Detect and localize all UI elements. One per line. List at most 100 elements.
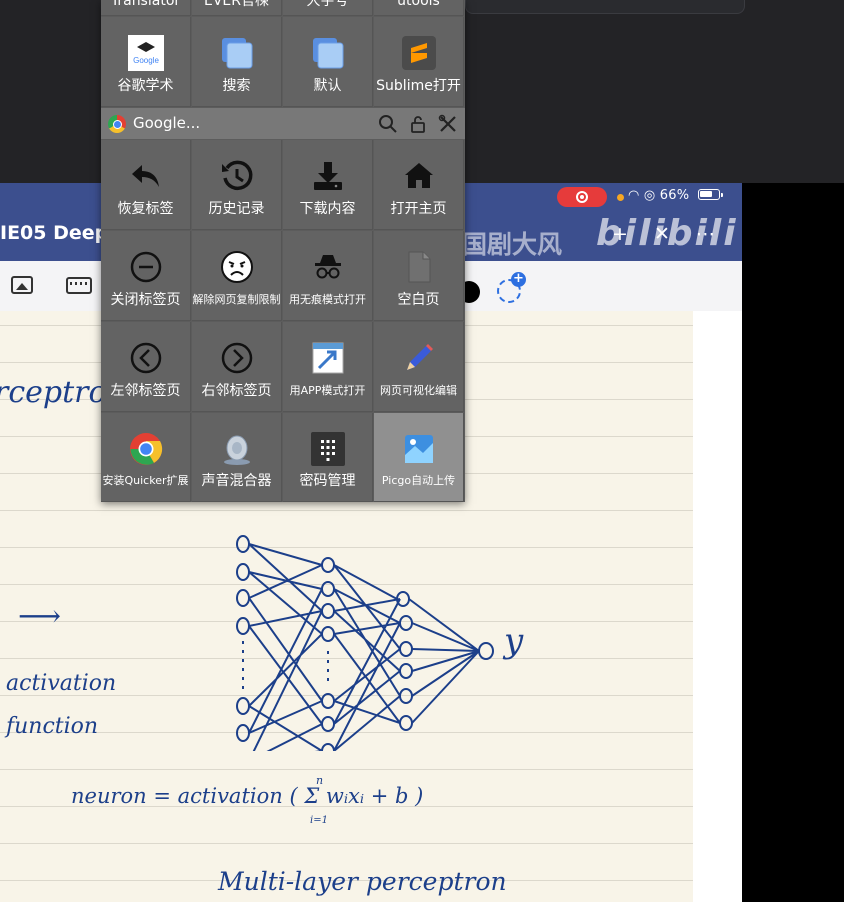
browser-label: Google... xyxy=(133,114,201,132)
action-search[interactable]: 搜索 xyxy=(192,17,282,107)
action-label: 搜索 xyxy=(222,78,251,94)
action-downloads[interactable]: 下载内容 xyxy=(283,140,373,230)
action-picgo-upload[interactable]: Picgo自动上传 xyxy=(374,413,464,502)
quicker-panel: Translator EVER官楝 大字号 utools Google 谷歌学术… xyxy=(101,0,465,502)
action-label: 左邻标签页 xyxy=(110,383,181,399)
action-label: 网页可视化编辑 xyxy=(380,384,457,397)
note-activation: activation xyxy=(6,671,117,696)
open-app-icon xyxy=(312,342,344,374)
browser-context-bar[interactable]: Google... xyxy=(101,108,465,139)
action-label: 下载内容 xyxy=(299,201,356,217)
insert-image-icon[interactable] xyxy=(11,276,33,294)
input-node xyxy=(236,589,250,607)
battery-icon xyxy=(698,189,723,200)
add-icon[interactable]: + xyxy=(511,272,526,287)
hidden2-node xyxy=(399,688,413,704)
action-large-font[interactable]: 大字号 xyxy=(283,0,373,16)
action-right-tab[interactable]: 右邻标签页 xyxy=(192,322,282,412)
action-app-mode[interactable]: 用APP模式打开 xyxy=(283,322,373,412)
battery-percent: ◠ ◎ 66% xyxy=(628,187,689,205)
google-scholar-icon: Google xyxy=(128,35,164,71)
action-label: 打开主页 xyxy=(390,201,447,217)
action-label: 空白页 xyxy=(397,292,440,308)
output-node xyxy=(478,642,494,660)
copy-icon xyxy=(313,38,344,69)
action-label: Picgo自动上传 xyxy=(381,474,456,487)
chevron-right-circle-icon xyxy=(221,342,253,374)
neural-network-drawing xyxy=(236,535,494,751)
pencil-icon xyxy=(407,344,433,370)
reply-icon xyxy=(132,165,159,187)
input-node xyxy=(236,535,250,553)
note-sum-top: n xyxy=(316,774,324,787)
action-label: 谷歌学术 xyxy=(117,78,174,94)
header-actions[interactable]: + ✕ ⋯ xyxy=(612,223,725,245)
copy-icon xyxy=(222,38,253,69)
hidden-node xyxy=(321,603,335,619)
search-icon[interactable] xyxy=(378,114,398,134)
note-arrow: ⟶ xyxy=(18,599,62,634)
action-sublime[interactable]: Sublime打开 xyxy=(374,17,464,107)
search-box[interactable] xyxy=(465,0,745,14)
record-icon xyxy=(576,191,588,203)
action-close-tab[interactable]: 关闭标签页 xyxy=(101,231,191,321)
input-node xyxy=(236,724,250,742)
keypad-icon xyxy=(311,432,345,466)
action-label: 声音混合器 xyxy=(201,473,272,489)
note-sum-bottom: i=1 xyxy=(310,815,328,826)
hidden2-node xyxy=(399,615,413,631)
action-unlock-copy[interactable]: 解除网页复制限制 xyxy=(192,231,282,321)
hidden2-node xyxy=(399,663,413,679)
page-margin xyxy=(693,311,742,902)
hidden-node xyxy=(321,743,335,751)
hidden-node xyxy=(321,626,335,642)
action-label: 大字号 xyxy=(306,0,349,9)
action-password-manager[interactable]: 密码管理 xyxy=(283,413,373,502)
watermark-text: 国剧大风 xyxy=(462,230,563,259)
action-left-tab[interactable]: 左邻标签页 xyxy=(101,322,191,412)
speaker-icon xyxy=(224,435,250,465)
wifi-icon: ◠ ◎ xyxy=(628,188,660,203)
ruled-line xyxy=(0,843,693,844)
action-label: EVER官楝 xyxy=(204,0,269,9)
action-blank-page[interactable]: 空白页 xyxy=(374,231,464,321)
action-label: 用无痕模式打开 xyxy=(289,293,366,306)
action-open-home[interactable]: 打开主页 xyxy=(374,140,464,230)
note-title: Multi-layer perceptron xyxy=(218,867,507,896)
action-translator[interactable]: Translator xyxy=(101,0,191,16)
action-label: 关闭标签页 xyxy=(110,292,181,308)
action-install-quicker[interactable]: 安装Quicker扩展 xyxy=(101,413,191,502)
action-label: Sublime打开 xyxy=(376,78,461,94)
lock-icon[interactable] xyxy=(408,114,428,134)
action-utools[interactable]: utools xyxy=(374,0,464,16)
action-default[interactable]: 默认 xyxy=(283,17,373,107)
action-ever[interactable]: EVER官楝 xyxy=(192,0,282,16)
sublime-icon xyxy=(402,36,436,70)
document-title[interactable]: IE05 Deep xyxy=(0,222,108,244)
incognito-icon xyxy=(315,255,341,279)
chrome-icon xyxy=(130,433,163,465)
keyboard-icon[interactable] xyxy=(66,277,92,294)
note-formula: neuron = activation ( Σ wᵢxᵢ + b ) xyxy=(71,784,424,808)
hidden2-node xyxy=(399,641,413,657)
action-label: utools xyxy=(397,0,440,9)
screen-record-indicator[interactable] xyxy=(557,187,607,207)
action-visual-edit[interactable]: 网页可视化编辑 xyxy=(374,322,464,412)
action-google-scholar[interactable]: Google 谷歌学术 xyxy=(101,17,191,107)
minus-circle-icon xyxy=(130,251,162,283)
note-function: function xyxy=(6,714,99,739)
tools-icon[interactable] xyxy=(438,114,458,134)
action-label: 用APP模式打开 xyxy=(289,384,366,397)
action-incognito[interactable]: 用无痕模式打开 xyxy=(283,231,373,321)
action-restore-tab[interactable]: 恢复标签 xyxy=(101,140,191,230)
hidden-node xyxy=(321,693,335,709)
input-node xyxy=(236,563,250,581)
action-volume-mixer[interactable]: 声音混合器 xyxy=(192,413,282,502)
chevron-left-circle-icon xyxy=(130,342,162,374)
action-history[interactable]: 历史记录 xyxy=(192,140,282,230)
blank-page-icon xyxy=(408,251,431,283)
hidden-node xyxy=(321,557,335,573)
home-icon xyxy=(405,163,433,188)
download-icon xyxy=(314,162,342,190)
action-label: 默认 xyxy=(313,78,342,94)
